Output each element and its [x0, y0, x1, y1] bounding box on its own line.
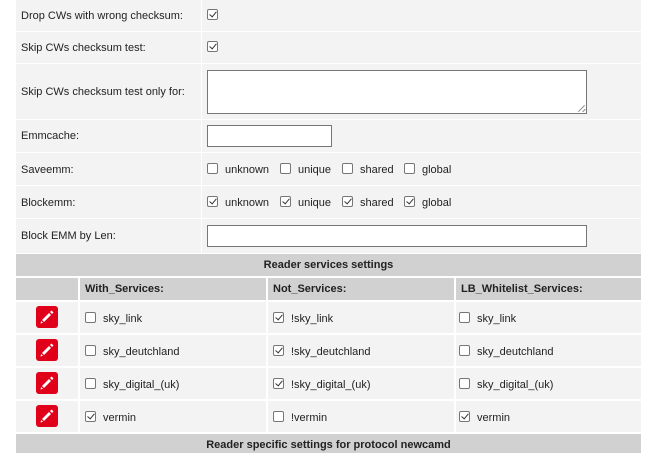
lb-whitelist-label: sky_digital_(uk) [477, 379, 554, 391]
with-services-cell: sky_deutchland [80, 335, 266, 366]
emmcache-value-cell [201, 120, 641, 152]
with-service-label: sky_link [103, 313, 143, 325]
with-service-checkbox[interactable] [85, 378, 96, 389]
services-edit-column-header [16, 278, 78, 300]
skip-cws-label: Skip CWs checksum test: [21, 42, 146, 54]
block-emm-len-label: Block EMM by Len: [21, 230, 116, 242]
edit-cell [16, 335, 78, 366]
not-service-checkbox[interactable] [273, 312, 284, 323]
blockemm-shared-label: shared [360, 197, 394, 209]
skip-cws-checkbox[interactable] [207, 41, 218, 52]
blockemm-unknown-label: unknown [225, 197, 270, 209]
saveemm-unknown-label: unknown [225, 164, 270, 176]
with-service-checkbox[interactable] [85, 312, 96, 323]
not-services-cell: !vermin [268, 401, 454, 432]
with-services-cell: sky_digital_(uk) [80, 368, 266, 399]
lb-whitelist-label: vermin [477, 412, 511, 424]
saveemm-unique-checkbox[interactable] [280, 163, 291, 174]
edit-cell [16, 302, 78, 333]
lb-whitelist-label: sky_link [477, 313, 517, 325]
with-service-checkbox[interactable] [85, 411, 96, 422]
lb-whitelist-services-column-header: LB_Whitelist_Services: [456, 278, 641, 300]
blockemm-label: Blockemm: [21, 197, 76, 209]
lb-whitelist-cell: sky_deutchland [456, 335, 641, 366]
blockemm-unique-checkbox[interactable] [280, 196, 291, 207]
block-emm-len-row: Block EMM by Len: [16, 219, 641, 254]
lb-whitelist-checkbox[interactable] [459, 312, 470, 323]
lb-whitelist-cell: sky_digital_(uk) [456, 368, 641, 399]
skip-cws-only-value-cell [201, 64, 641, 119]
block-emm-len-value-cell [201, 219, 641, 253]
lb-whitelist-label: sky_deutchland [477, 346, 554, 358]
skip-cws-row: Skip CWs checksum test: [16, 32, 641, 64]
with-service-label: vermin [103, 412, 137, 424]
skip-cws-only-row: Skip CWs checksum test only for: [16, 64, 641, 120]
emmcache-label: Emmcache: [21, 130, 80, 142]
lb-whitelist-cell: sky_link [456, 302, 641, 333]
with-services-cell: vermin [80, 401, 266, 432]
pencil-icon[interactable] [36, 372, 58, 394]
saveemm-unique-label: unique [298, 164, 332, 176]
blockemm-global-checkbox[interactable] [404, 196, 415, 207]
not-service-label: !sky_digital_(uk) [291, 379, 371, 391]
edit-cell [16, 368, 78, 399]
blockemm-row: Blockemm: unknown unique shared global [16, 186, 641, 219]
skip-cws-only-label: Skip CWs checksum test only for: [21, 86, 185, 98]
pencil-icon[interactable] [36, 405, 58, 427]
skip-cws-value-cell [201, 32, 641, 63]
saveemm-unknown-checkbox[interactable] [207, 163, 218, 174]
lb-whitelist-cell: vermin [456, 401, 641, 432]
not-services-cell: !sky_deutchland [268, 335, 454, 366]
drop-cws-label: Drop CWs with wrong checksum: [21, 10, 183, 22]
protocol-settings-section-header: Reader specific settings for protocol ne… [16, 434, 641, 453]
with-services-cell: sky_link [80, 302, 266, 333]
emmcache-input[interactable] [207, 125, 332, 147]
edit-cell [16, 401, 78, 432]
blockemm-unique-label: unique [298, 197, 332, 209]
blockemm-global-label: global [422, 197, 452, 209]
saveemm-row: Saveemm: unknown unique shared global [16, 153, 641, 186]
not-services-column-header: Not_Services: [268, 278, 454, 300]
saveemm-label: Saveemm: [21, 164, 74, 176]
not-service-label: !vermin [291, 412, 328, 424]
not-service-checkbox[interactable] [273, 345, 284, 356]
skip-cws-only-textarea[interactable] [207, 70, 587, 114]
block-emm-len-input[interactable] [207, 225, 587, 247]
not-service-label: !sky_link [291, 313, 334, 325]
blockemm-shared-checkbox[interactable] [342, 196, 353, 207]
resize-grip-icon[interactable] [577, 104, 585, 112]
drop-cws-row: Drop CWs with wrong checksum: [16, 0, 641, 32]
pencil-icon[interactable] [36, 306, 58, 328]
not-service-checkbox[interactable] [273, 411, 284, 422]
saveemm-global-label: global [422, 164, 452, 176]
with-service-checkbox[interactable] [85, 345, 96, 356]
not-services-cell: !sky_link [268, 302, 454, 333]
drop-cws-value-cell [201, 0, 641, 31]
blockemm-value-cell: unknown unique shared global [201, 186, 641, 218]
lb-whitelist-checkbox[interactable] [459, 378, 470, 389]
pencil-icon[interactable] [36, 339, 58, 361]
saveemm-shared-label: shared [360, 164, 394, 176]
saveemm-value-cell: unknown unique shared global [201, 153, 641, 185]
drop-cws-checkbox[interactable] [207, 9, 218, 20]
with-service-label: sky_deutchland [103, 346, 180, 358]
lb-whitelist-checkbox[interactable] [459, 345, 470, 356]
lb-whitelist-checkbox[interactable] [459, 411, 470, 422]
blockemm-unknown-checkbox[interactable] [207, 196, 218, 207]
reader-services-section-header: Reader services settings [16, 254, 641, 276]
saveemm-shared-checkbox[interactable] [342, 163, 353, 174]
not-services-cell: !sky_digital_(uk) [268, 368, 454, 399]
emmcache-row: Emmcache: [16, 120, 641, 153]
not-service-label: !sky_deutchland [291, 346, 371, 358]
saveemm-global-checkbox[interactable] [404, 163, 415, 174]
with-services-column-header: With_Services: [80, 278, 266, 300]
with-service-label: sky_digital_(uk) [103, 379, 180, 391]
not-service-checkbox[interactable] [273, 378, 284, 389]
